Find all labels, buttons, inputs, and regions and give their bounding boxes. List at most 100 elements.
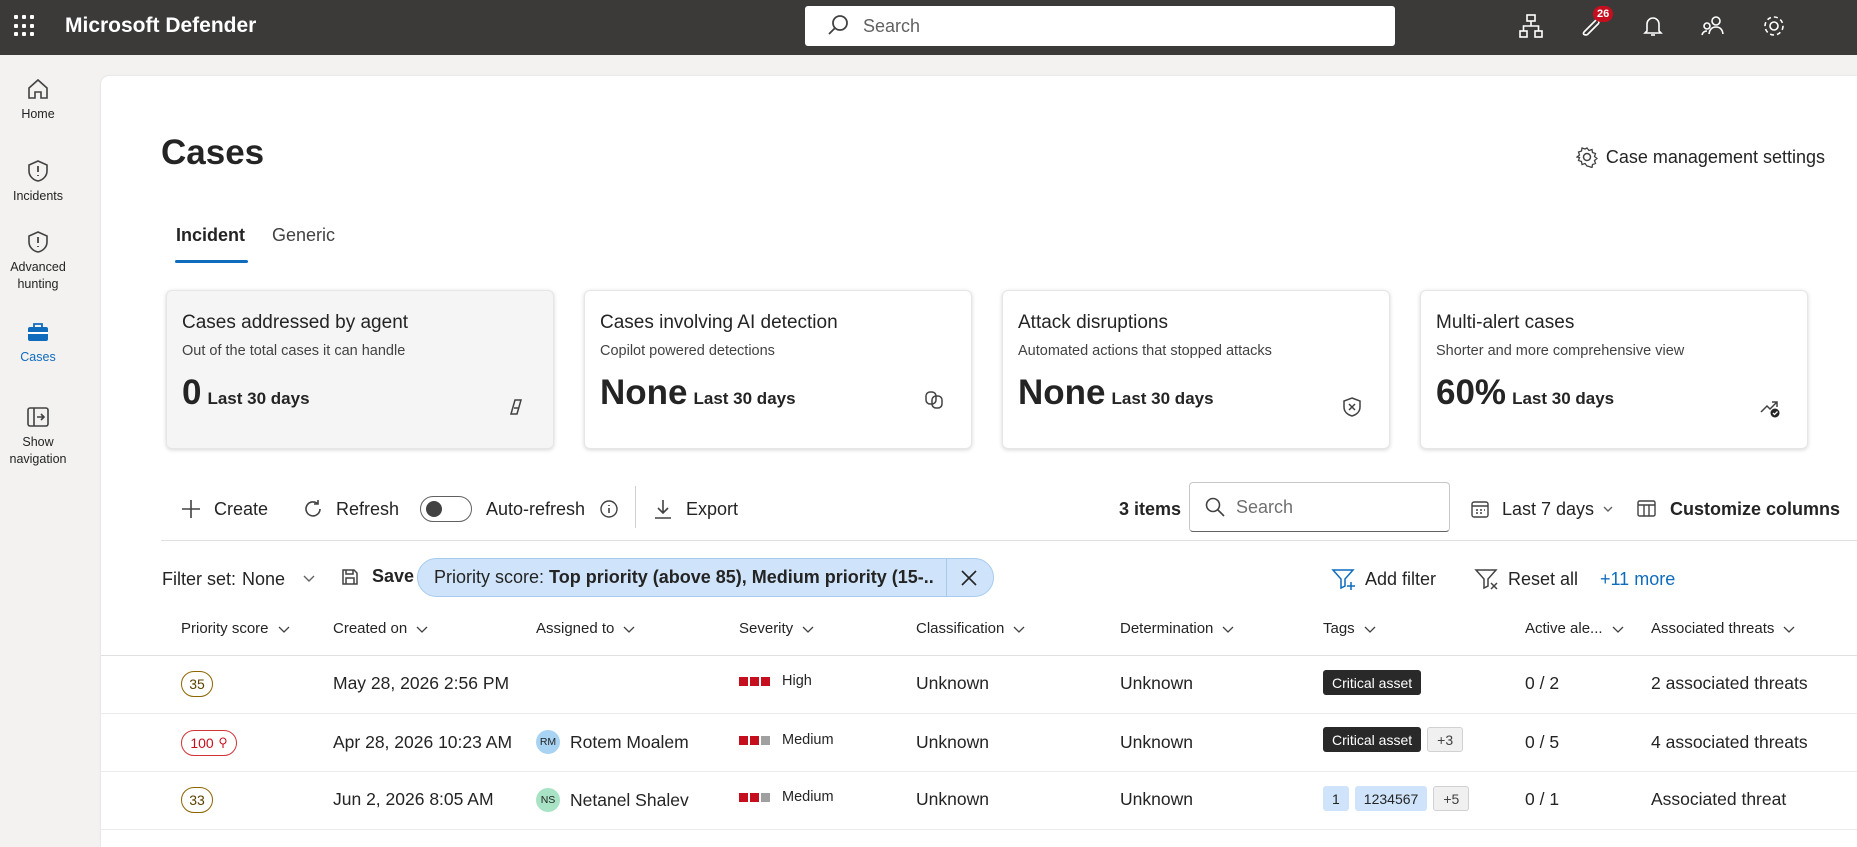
- reset-all-button[interactable]: Reset all: [1474, 566, 1578, 592]
- settings-gear-icon[interactable]: [1761, 13, 1787, 44]
- severity-medium-icon: [739, 735, 772, 745]
- column-header-label: Assigned to: [536, 620, 615, 637]
- created-on-cell: Jun 2, 2026 8:05 AM: [333, 789, 494, 809]
- card-attack-disruptions[interactable]: Attack disruptions Automated actions tha…: [1002, 290, 1390, 449]
- column-header-created-on[interactable]: Created on: [333, 620, 428, 637]
- chevron-down-icon: [1612, 626, 1624, 633]
- save-filter-button[interactable]: Save: [340, 566, 414, 587]
- column-header-associated-threats[interactable]: Associated threats: [1651, 620, 1795, 637]
- active-alerts-cell: 0 / 5: [1525, 732, 1560, 752]
- bell-icon[interactable]: [1640, 13, 1666, 44]
- global-search-box[interactable]: Search: [805, 6, 1395, 46]
- toolbar-divider: [635, 486, 636, 528]
- priority-score-filter-pill[interactable]: Priority score: Top priority (above 85),…: [417, 558, 994, 597]
- app-launcher-icon[interactable]: [14, 15, 36, 37]
- column-header-label: Priority score: [181, 620, 269, 637]
- plus-icon: [182, 500, 200, 518]
- nav-item-advanced-hunting[interactable]: Advanced hunting: [0, 229, 76, 293]
- determination-cell: Unknown: [1120, 732, 1193, 752]
- column-header-active-alerts[interactable]: Active ale...: [1525, 620, 1624, 637]
- card-value-row: None Last 30 days: [600, 373, 796, 413]
- filter-set-dropdown[interactable]: Filter set: None: [162, 569, 316, 590]
- case-management-settings-button[interactable]: Case management settings: [1575, 146, 1825, 168]
- column-header-priority-score[interactable]: Priority score: [181, 620, 290, 637]
- settings-link-label: Case management settings: [1605, 146, 1825, 167]
- tag-badge[interactable]: Critical asset: [1323, 670, 1422, 695]
- tag-badge[interactable]: 1: [1323, 786, 1349, 811]
- tags-cell: Critical asset +3: [1323, 727, 1469, 752]
- priority-score-badge: 35: [181, 671, 213, 697]
- assigned-to-cell[interactable]: NS Netanel Shalev: [536, 788, 689, 812]
- nav-item-label: Show navigation: [9, 435, 67, 466]
- date-range-dropdown[interactable]: Last 7 days: [1470, 492, 1614, 526]
- column-header-determination[interactable]: Determination: [1120, 620, 1234, 637]
- column-header-classification[interactable]: Classification: [916, 620, 1025, 637]
- close-icon[interactable]: [959, 568, 979, 588]
- date-range-label: Last 7 days: [1502, 498, 1595, 519]
- export-button[interactable]: Export: [652, 492, 738, 526]
- table-search-placeholder: Search: [1236, 496, 1294, 517]
- associated-threats-cell[interactable]: Associated threat: [1651, 789, 1786, 810]
- tab-generic[interactable]: Generic: [272, 225, 335, 246]
- create-button[interactable]: Create: [180, 492, 268, 526]
- shield-icon: [28, 160, 48, 182]
- nav-item-cases[interactable]: Cases: [0, 319, 76, 366]
- add-filter-button[interactable]: Add filter: [1331, 566, 1436, 592]
- alerts-button[interactable]: 26: [1578, 6, 1614, 44]
- tag-more-badge[interactable]: +3: [1427, 727, 1464, 752]
- info-icon[interactable]: [599, 499, 619, 519]
- tag-badge[interactable]: 1234567: [1354, 786, 1428, 811]
- tags-cell: Critical asset: [1323, 670, 1427, 695]
- tags-cell: 1 1234567 +5: [1323, 786, 1475, 811]
- tab-incident[interactable]: Incident: [176, 225, 245, 246]
- nav-item-show-navigation[interactable]: Show navigation: [0, 404, 76, 468]
- card-value: None: [1018, 373, 1106, 412]
- severity-cell: Medium: [739, 789, 834, 805]
- app-title[interactable]: Microsoft Defender: [65, 14, 256, 38]
- column-header-label: Classification: [916, 620, 1005, 637]
- card-value: 0: [182, 373, 202, 412]
- avatar: RM: [536, 730, 560, 754]
- tag-more-badge[interactable]: +5: [1433, 786, 1470, 811]
- top-bar: Microsoft Defender Search 26: [0, 0, 1857, 55]
- created-on-cell: May 28, 2026 2:56 PM: [333, 673, 510, 693]
- column-header-tags[interactable]: Tags: [1323, 620, 1376, 637]
- filter-pill-key: Priority score:: [434, 567, 545, 587]
- associated-threats-cell[interactable]: 2 associated threats: [1651, 673, 1808, 694]
- chevron-down-icon: [802, 626, 814, 633]
- severity-high-icon: [739, 676, 772, 686]
- chevron-down-icon: [1783, 626, 1795, 633]
- column-header-severity[interactable]: Severity: [739, 620, 814, 637]
- priority-score-value: 33: [181, 787, 213, 813]
- nav-item-home[interactable]: Home: [0, 76, 76, 123]
- card-title: Attack disruptions: [1018, 312, 1168, 333]
- card-cases-addressed-by-agent[interactable]: Cases addressed by agent Out of the tota…: [166, 290, 554, 449]
- assignee-name: Rotem Moalem: [570, 731, 689, 752]
- page-title: Cases: [161, 133, 265, 172]
- shield-x-icon: [1343, 397, 1361, 417]
- card-multi-alert-cases[interactable]: Multi-alert cases Shorter and more compr…: [1420, 290, 1808, 449]
- refresh-button[interactable]: Refresh: [302, 492, 399, 526]
- column-header-label: Active ale...: [1525, 620, 1603, 637]
- more-filters-link[interactable]: +11 more: [1600, 569, 1675, 590]
- nav-item-incidents[interactable]: Incidents: [0, 158, 76, 205]
- org-chart-icon[interactable]: [1518, 13, 1544, 44]
- community-icon[interactable]: [1700, 13, 1726, 44]
- card-cases-involving-ai-detection[interactable]: Cases involving AI detection Copilot pow…: [584, 290, 972, 449]
- auto-refresh-control: Auto-refresh: [420, 492, 619, 526]
- card-period: Last 30 days: [1512, 389, 1615, 408]
- priority-score-value: 100: [181, 730, 237, 756]
- notification-count-badge: 26: [1593, 6, 1614, 22]
- customize-columns-button[interactable]: Customize columns: [1636, 492, 1840, 526]
- associated-threats-cell[interactable]: 4 associated threats: [1651, 732, 1808, 753]
- auto-refresh-toggle[interactable]: [420, 496, 472, 522]
- severity-medium-icon: [739, 792, 772, 802]
- column-header-assigned-to[interactable]: Assigned to: [536, 620, 635, 637]
- tag-badge[interactable]: Critical asset: [1323, 727, 1422, 752]
- table-search-input[interactable]: Search: [1189, 482, 1450, 532]
- nav-item-label: Advanced hunting: [10, 260, 66, 291]
- severity-label: Medium: [782, 789, 834, 805]
- active-tab-indicator: [175, 260, 248, 263]
- save-icon: [342, 568, 358, 585]
- assigned-to-cell[interactable]: RM Rotem Moalem: [536, 730, 689, 754]
